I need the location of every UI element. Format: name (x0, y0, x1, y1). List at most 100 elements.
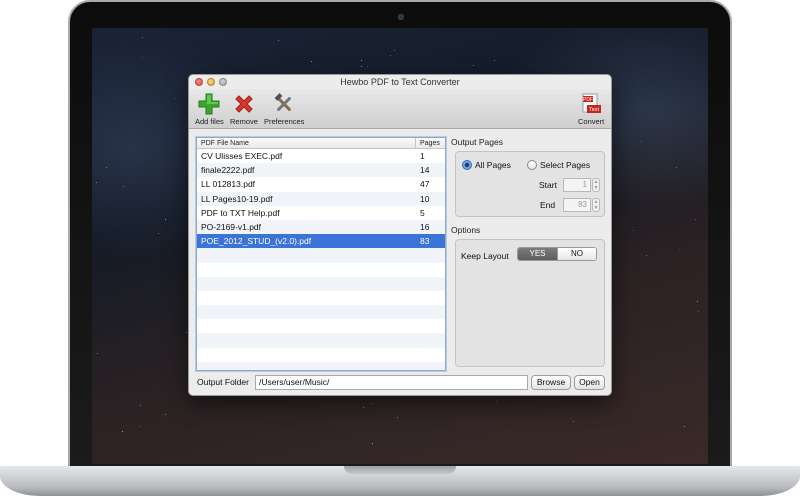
star (397, 417, 398, 418)
file-name-cell: LL Pages10-19.pdf (201, 193, 273, 204)
browse-button[interactable]: Browse (531, 375, 571, 390)
file-name-cell: finale2222.pdf (201, 165, 255, 176)
pages-cell: 1 (420, 151, 425, 161)
tools-icon (272, 92, 296, 116)
pages-cell: 83 (420, 236, 430, 247)
star (371, 403, 372, 404)
start-page-field[interactable]: 1 (563, 178, 591, 192)
star (175, 98, 176, 99)
star (372, 443, 373, 444)
star (122, 431, 123, 432)
keep-layout-toggle[interactable]: YES NO (517, 247, 597, 261)
star (496, 401, 497, 402)
end-page-field[interactable]: 83 (563, 198, 591, 212)
output-pages-title: Output Pages (451, 137, 503, 147)
star (165, 219, 166, 220)
remove-button[interactable]: Remove (230, 92, 258, 126)
file-name-cell: LL 012813.pdf (201, 179, 256, 190)
star (676, 167, 677, 168)
star (363, 407, 364, 408)
table-row[interactable]: CV Ulisses EXEC.pdf 1 (197, 149, 445, 163)
star (165, 414, 166, 415)
star (361, 60, 362, 61)
table-row[interactable]: LL Pages10-19.pdf 10 (197, 191, 445, 206)
pdf-file-table[interactable]: PDF File Name Pages CV Ulisses EXEC.pdf 1… (196, 137, 446, 371)
star (158, 233, 159, 234)
preferences-button[interactable]: Preferences (264, 92, 304, 126)
star (494, 60, 495, 61)
options-title: Options (451, 225, 481, 235)
convert-label: Convert (578, 117, 605, 126)
star (367, 66, 368, 67)
star (473, 65, 474, 66)
table-row[interactable]: PDF to TXT Help.pdf 5 (197, 206, 445, 220)
star (684, 426, 685, 427)
toolbar: Add files Remove Preferences PDF Text Co… (189, 89, 611, 129)
add-files-label: Add files (195, 117, 224, 126)
keep-layout-label: Keep Layout (461, 251, 509, 261)
app-window: Hewbo PDF to Text Converter Add files Re… (188, 74, 612, 396)
pages-cell: 5 (420, 207, 425, 218)
close-window-button[interactable] (195, 78, 203, 86)
star (106, 167, 107, 168)
star (573, 421, 574, 422)
star (140, 405, 141, 406)
column-header-file-name[interactable]: PDF File Name (201, 138, 249, 149)
convert-badge-top: PDF (583, 97, 593, 103)
star (96, 182, 97, 183)
table-row (197, 291, 445, 305)
start-page-stepper[interactable]: ▲ ▼ (592, 178, 600, 192)
window-title: Hewbo PDF to Text Converter (340, 77, 460, 87)
file-name-cell: PO-2169-v1.pdf (201, 221, 262, 232)
all-pages-radio[interactable] (462, 160, 472, 170)
pages-cell: 47 (420, 179, 430, 190)
table-row[interactable]: LL 012813.pdf 47 (197, 177, 445, 191)
table-row[interactable]: POE_2012_STUD_(v2.0).pdf 83 (197, 234, 445, 249)
open-button[interactable]: Open (574, 375, 605, 390)
table-row[interactable]: PO-2169-v1.pdf 16 (197, 219, 445, 235)
select-pages-label[interactable]: Select Pages (540, 160, 590, 170)
star (311, 61, 312, 62)
star (390, 55, 391, 56)
pages-cell: 10 (420, 193, 430, 204)
keep-layout-yes[interactable]: YES (518, 248, 557, 260)
remove-label: Remove (230, 117, 258, 126)
end-label: End (540, 200, 556, 210)
table-header: PDF File Name Pages (197, 138, 445, 149)
preferences-label: Preferences (264, 117, 305, 126)
table-row[interactable]: finale2222.pdf 14 (197, 163, 445, 178)
star (698, 311, 699, 312)
pdf-to-text-icon: PDF Text (579, 92, 603, 116)
convert-button[interactable]: PDF Text Convert (578, 92, 604, 126)
star (633, 230, 634, 231)
star (123, 186, 124, 187)
keep-layout-no[interactable]: NO (557, 248, 596, 260)
table-row (197, 361, 445, 370)
star (640, 141, 641, 142)
star (140, 426, 141, 427)
output-folder-field[interactable]: /Users/user/Music/ (255, 375, 528, 390)
end-page-stepper[interactable]: ▲ ▼ (592, 198, 600, 212)
file-name-cell: POE_2012_STUD_(v2.0).pdf (201, 236, 312, 247)
add-files-button[interactable]: Add files (195, 92, 224, 126)
minimize-window-button[interactable] (207, 78, 215, 86)
x-icon (232, 92, 256, 116)
zoom-window-button[interactable] (219, 78, 227, 86)
star (646, 255, 647, 256)
table-row (197, 276, 445, 291)
select-pages-radio[interactable] (527, 160, 537, 170)
star (278, 40, 279, 41)
star (394, 50, 395, 51)
star (142, 37, 143, 38)
table-row (197, 348, 445, 362)
star (142, 57, 143, 58)
star (97, 353, 98, 354)
title-bar: Hewbo PDF to Text Converter (189, 75, 611, 89)
laptop-base-notch (344, 466, 456, 474)
pages-cell: 16 (420, 221, 430, 232)
table-row (197, 305, 445, 320)
output-folder-label: Output Folder (197, 377, 249, 387)
column-header-pages[interactable]: Pages (415, 138, 440, 149)
star (186, 332, 187, 333)
all-pages-label[interactable]: All Pages (475, 160, 511, 170)
